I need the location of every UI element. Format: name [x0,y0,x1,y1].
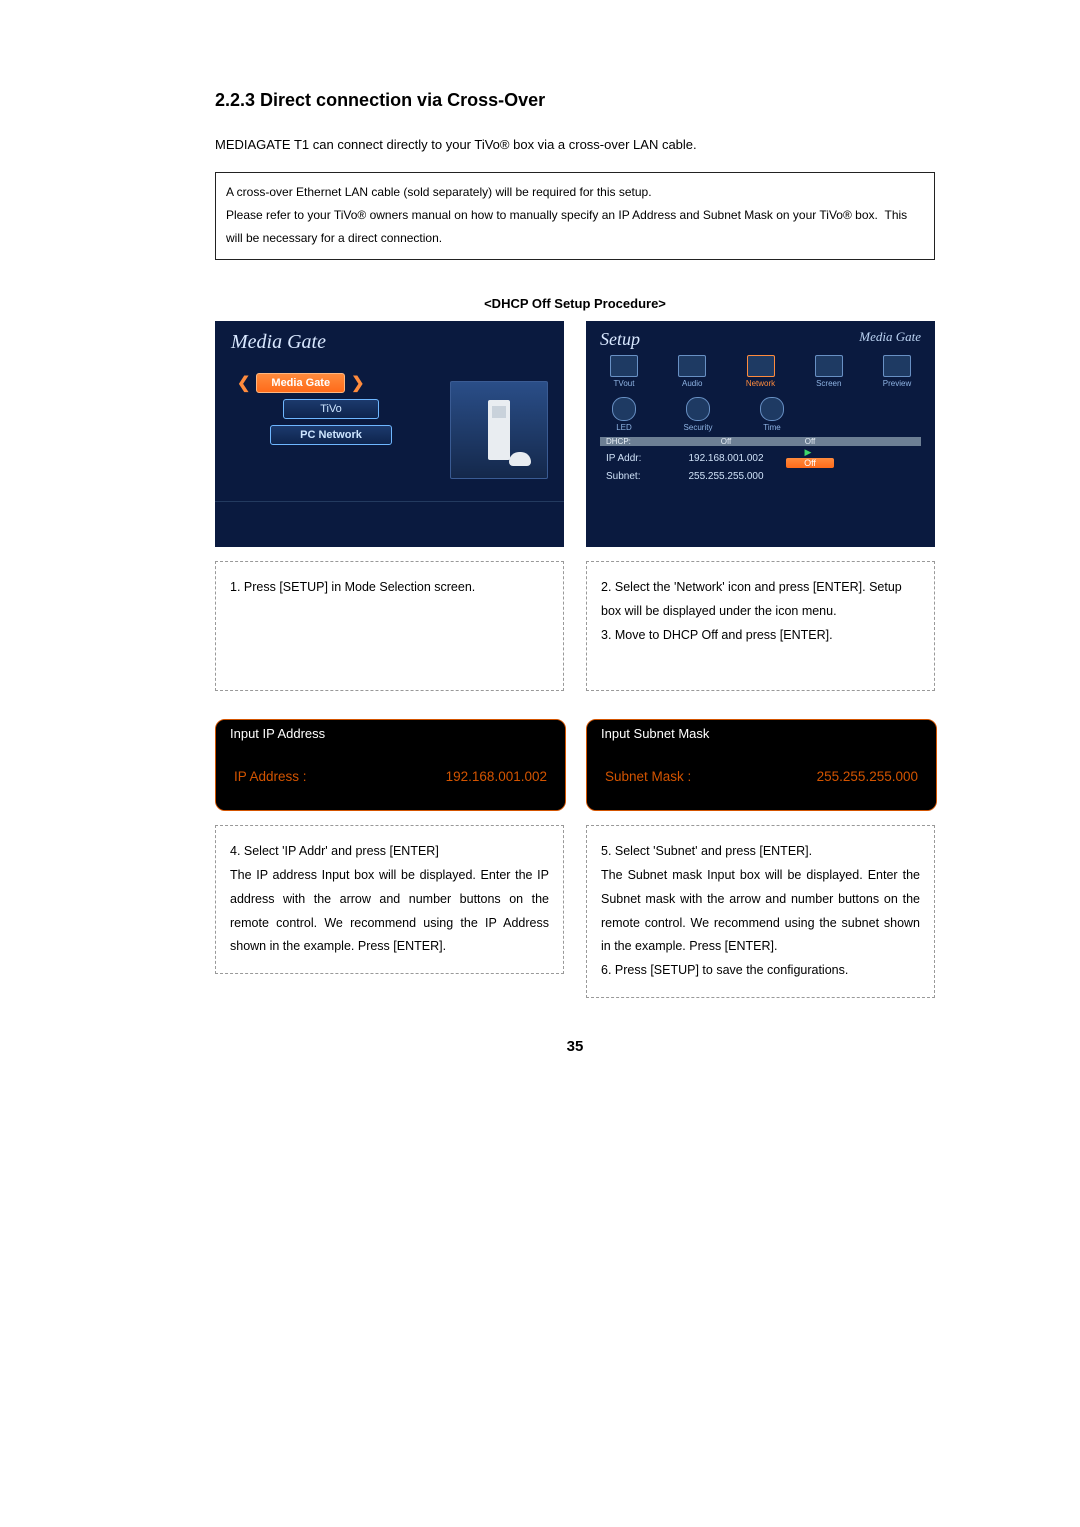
setup-icon-screen: Screen [805,355,853,388]
row-subnet: Subnet: 255.255.255.000 [600,470,921,483]
row-dhcp: DHCP: Off Off [600,437,921,446]
subnet-label: Subnet Mask : [605,769,691,784]
subnet-value: 255.255.255.000 [817,769,918,784]
caption-4: 4. Select 'IP Addr' and press [ENTER] Th… [215,825,564,974]
shot2-title: Setup [600,329,640,350]
page-number: 35 [215,1038,935,1055]
note-box: A cross-over Ethernet LAN cable (sold se… [215,172,935,260]
shot2-brand: Media Gate [859,329,921,345]
ipbox-label: IP Address : [234,769,307,784]
ipbox-value: 192.168.001.002 [446,769,547,784]
caption-2: 2. Select the 'Network' icon and press [… [586,561,935,691]
screenshot-setup-network: Setup Media Gate TVout Audio Network Scr… [586,321,935,547]
chevron-right-icon: ❯ [351,373,364,393]
ipbox-title: Input IP Address [216,720,565,747]
intro-text: MEDIAGATE T1 can connect directly to you… [215,137,935,152]
setup-icon-audio: Audio [668,355,716,388]
setup-icon-tvout: TVout [600,355,648,388]
shot1-title: Media Gate [231,331,326,354]
row-ipaddr: IP Addr: 192.168.001.002 ▶Off [600,446,921,470]
shot1-menu-pcnetwork: PC Network [231,425,431,445]
setup-icon-network: Network [737,355,785,388]
note-line1: A cross-over Ethernet LAN cable (sold se… [226,185,652,199]
input-subnet-mask-box: Input Subnet Mask Subnet Mask : 255.255.… [586,719,937,811]
setup-icon-preview: Preview [873,355,921,388]
triangle-right-icon: ▶ [805,447,812,457]
network-settings-panel: DHCP: Off Off IP Addr: 192.168.001.002 ▶… [600,437,921,483]
subnet-title: Input Subnet Mask [587,720,936,747]
shot1-menu-tivo: TiVo [231,399,431,419]
shot1-menu-mediagate: ❮ Media Gate ❯ [231,373,431,393]
section-heading: 2.2.3 Direct connection via Cross-Over [215,90,935,111]
chevron-left-icon: ❮ [237,373,250,393]
device-image [450,381,548,479]
setup-icon-security: Security [674,397,722,432]
setup-icon-led: LED [600,397,648,432]
screenshot-mode-selection: Media Gate ❮ Media Gate ❯ TiVo PC Networ… [215,321,564,547]
caption-5: 5. Select 'Subnet' and press [ENTER]. Th… [586,825,935,998]
setup-icon-time: Time [748,397,796,432]
input-ip-address-box: Input IP Address IP Address : 192.168.00… [215,719,566,811]
note-line2a: Please refer to your TiVo® owners manual… [226,208,878,222]
caption-1: 1. Press [SETUP] in Mode Selection scree… [215,561,564,691]
procedure-subheading: <DHCP Off Setup Procedure> [215,296,935,311]
